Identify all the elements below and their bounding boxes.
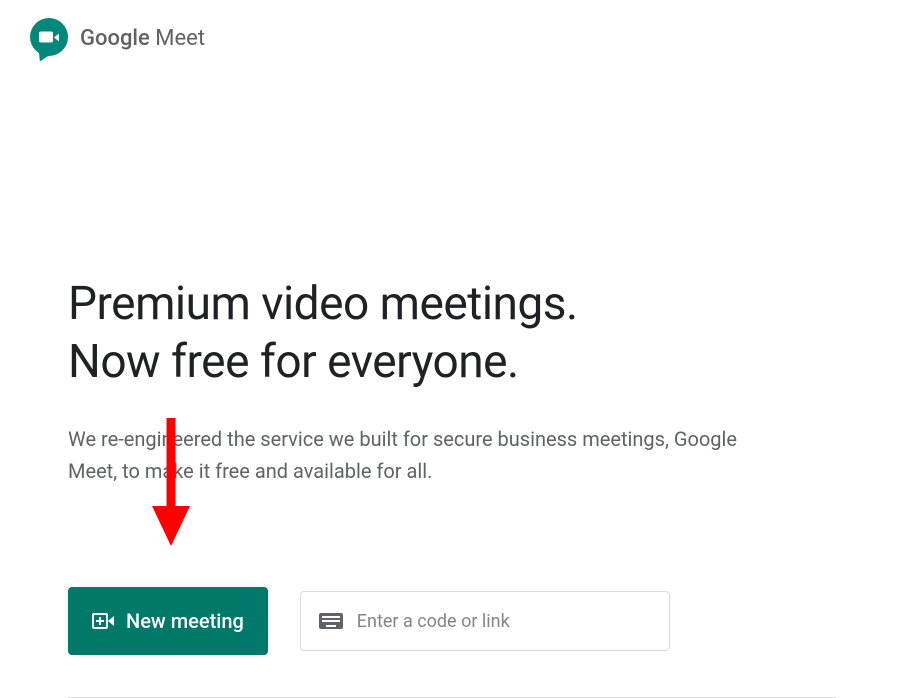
brand-google-label: Google bbox=[80, 26, 150, 51]
main-content: Premium video meetings. Now free for eve… bbox=[0, 76, 904, 655]
code-input-wrapper[interactable] bbox=[300, 591, 670, 651]
page-subtext: We re-engineered the service we built fo… bbox=[68, 423, 788, 487]
video-plus-icon bbox=[92, 613, 114, 629]
new-meeting-label: New meeting bbox=[126, 609, 244, 633]
brand-product-label: Meet bbox=[150, 26, 205, 51]
page-headline: Premium video meetings. Now free for eve… bbox=[68, 276, 836, 391]
app-header: Google Meet bbox=[0, 0, 904, 76]
new-meeting-button[interactable]: New meeting bbox=[68, 587, 268, 655]
headline-line-1: Premium video meetings. bbox=[68, 277, 578, 331]
keyboard-icon bbox=[319, 613, 343, 629]
brand-text: Google Meet bbox=[80, 26, 205, 51]
headline-line-2: Now free for everyone. bbox=[68, 335, 519, 389]
meet-logo-icon bbox=[30, 18, 70, 58]
code-input[interactable] bbox=[357, 611, 651, 632]
actions-row: New meeting bbox=[68, 587, 836, 655]
